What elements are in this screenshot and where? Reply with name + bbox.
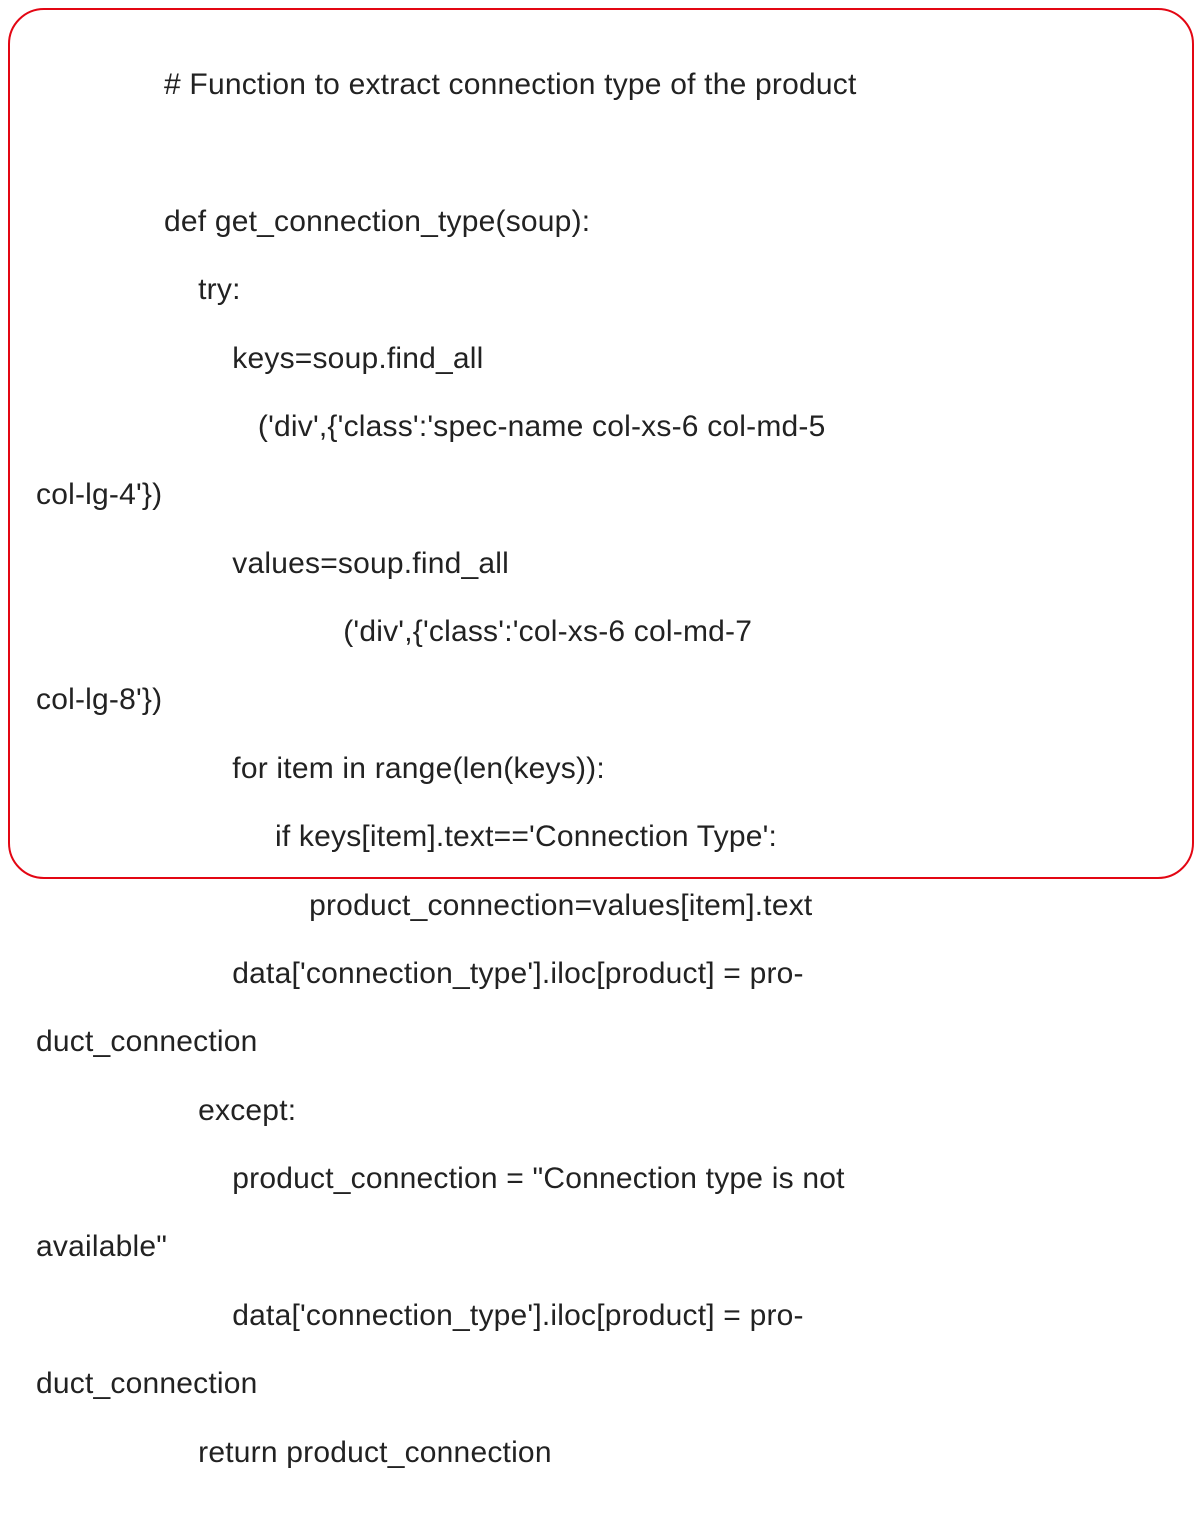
blank-line <box>164 137 1166 171</box>
code-line: try: <box>164 273 1166 307</box>
code-box: # Function to extract connection type of… <box>8 8 1194 879</box>
code-line: except: <box>164 1094 1166 1128</box>
code-line: # Function to extract connection type of… <box>164 68 1166 102</box>
code-line: product_connection = "Connection type is… <box>164 1162 1166 1196</box>
code-line-wrap: col-lg-4'}) <box>36 478 1166 512</box>
code-line-wrap: duct_connection <box>36 1025 1166 1059</box>
code-line: def get_connection_type(soup): <box>164 205 1166 239</box>
code-line: data['connection_type'].iloc[product] = … <box>164 1299 1166 1333</box>
code-line: ('div',{'class':'col-xs-6 col-md-7 <box>164 615 1166 649</box>
code-line-wrap: col-lg-8'}) <box>36 683 1166 717</box>
code-content: # Function to extract connection type of… <box>164 34 1166 1538</box>
code-line: ('div',{'class':'spec-name col-xs-6 col-… <box>164 410 1166 444</box>
code-line: product_connection=values[item].text <box>164 889 1166 923</box>
code-line: return product_connection <box>164 1436 1166 1470</box>
code-line-wrap: duct_connection <box>36 1367 1166 1401</box>
code-line: keys=soup.find_all <box>164 342 1166 376</box>
code-line: for item in range(len(keys)): <box>164 752 1166 786</box>
code-line-wrap: available" <box>36 1230 1166 1264</box>
code-line: if keys[item].text=='Connection Type': <box>164 820 1166 854</box>
code-line: values=soup.find_all <box>164 547 1166 581</box>
code-line: data['connection_type'].iloc[product] = … <box>164 957 1166 991</box>
